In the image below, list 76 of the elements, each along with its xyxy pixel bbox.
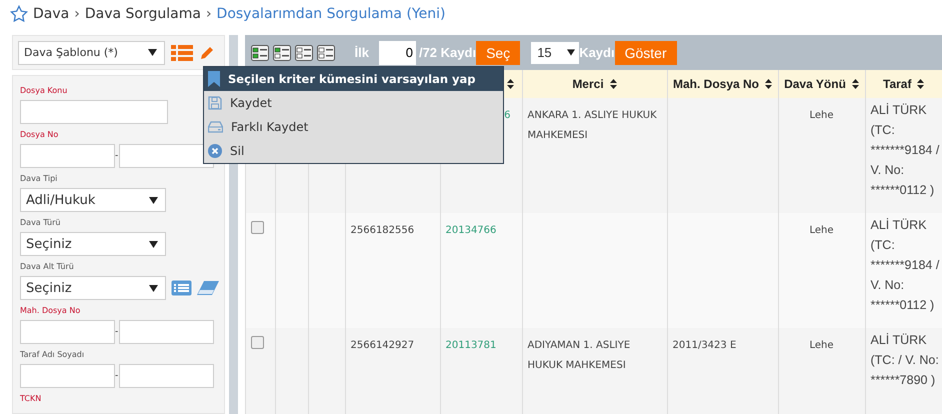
pencil-icon[interactable] xyxy=(199,44,215,60)
page-size-select[interactable]: 15 xyxy=(531,42,580,64)
page-input[interactable]: 0 xyxy=(378,40,416,64)
eraser-icon[interactable] xyxy=(197,281,219,295)
sort-icon[interactable] xyxy=(852,79,859,89)
template-select[interactable]: Dava Şablonu (*) xyxy=(18,40,165,64)
caret-icon xyxy=(149,196,158,204)
select-field[interactable]: Seçiniz xyxy=(20,276,166,300)
column-header[interactable]: Merci xyxy=(522,70,667,98)
column-header[interactable]: Dava Yönü xyxy=(778,70,865,98)
input-field[interactable] xyxy=(20,364,115,388)
menu-item[interactable]: Farklı Kaydet xyxy=(204,115,503,139)
table-cell: ADIYAMAN 1. ASLIYE HUKUK MAHKEMESI xyxy=(528,340,630,371)
input-field[interactable] xyxy=(20,100,168,124)
table-cell: Lehe xyxy=(809,225,834,236)
table-cell: ALİ TÜRK (TC: / V. No: ******7890 ) xyxy=(870,333,939,387)
field-label: Dosya No xyxy=(20,130,58,139)
column-header[interactable]: Taraf xyxy=(865,70,942,98)
menu-item[interactable]: Sil xyxy=(204,139,503,163)
range-separator: - xyxy=(115,327,119,337)
caret-icon xyxy=(148,49,157,56)
sort-icon[interactable] xyxy=(610,79,617,89)
sort-icon[interactable] xyxy=(506,79,514,89)
breadcrumb-link[interactable]: Dava Sorgulama xyxy=(84,6,201,22)
input-field[interactable] xyxy=(119,144,214,168)
sort-icon[interactable] xyxy=(765,79,772,89)
table-cell: 2566182556 xyxy=(350,225,414,236)
input-field[interactable] xyxy=(119,364,214,388)
drive-icon xyxy=(208,121,223,133)
close-icon xyxy=(208,144,222,158)
first-label: İlk xyxy=(354,45,369,60)
column-header[interactable]: Mah. Dosya No xyxy=(667,70,778,98)
checklist-icon[interactable] xyxy=(314,44,336,60)
records-label: Kaydı xyxy=(579,45,615,60)
floppy-icon xyxy=(208,96,222,110)
breadcrumb-separator: › xyxy=(74,6,80,22)
table-cell: ALİ TÜRK (TC: *******9184 / V. No: ******0112 ) xyxy=(870,103,940,197)
caret-icon xyxy=(567,49,576,56)
field-label: Dosya Konu xyxy=(20,86,68,95)
input-field[interactable] xyxy=(119,320,214,344)
input-field[interactable] xyxy=(20,144,115,168)
menu-item[interactable]: Seçilen kriter kümesini varsayılan yap xyxy=(204,67,503,91)
range-separator: - xyxy=(115,371,119,381)
checklist-icon[interactable] xyxy=(292,44,314,60)
field-label: Dava Tipi xyxy=(20,174,58,183)
select-field[interactable]: Seçiniz xyxy=(20,232,166,256)
input-field[interactable] xyxy=(20,320,115,344)
table-cell: ALİ TÜRK (TC: *******9184 / V. No: ******0112 ) xyxy=(870,218,940,312)
field-label: Dava Alt Türü xyxy=(20,262,74,271)
table-cell: Lehe xyxy=(809,110,834,121)
list-icon[interactable] xyxy=(171,44,193,60)
bookmark-icon xyxy=(208,71,220,87)
table-cell: Lehe xyxy=(809,340,834,351)
menu-item[interactable]: Kaydet xyxy=(204,91,503,115)
range-separator: - xyxy=(115,151,119,161)
row-checkbox[interactable] xyxy=(250,221,264,234)
select-field[interactable]: Adli/Hukuk xyxy=(20,188,166,212)
field-label: TCKN xyxy=(20,394,42,403)
table-cell: ANKARA 1. ASLIYE HUKUK MAHKEMESI xyxy=(528,110,657,141)
checklist-icon[interactable] xyxy=(248,44,270,60)
star-icon[interactable] xyxy=(10,5,28,23)
breadcrumb-link[interactable]: Dava xyxy=(33,6,70,22)
caret-icon xyxy=(149,240,158,248)
field-label: Mah. Dosya No xyxy=(20,306,80,315)
sort-icon[interactable] xyxy=(917,79,924,89)
table-cell: 2011/3423 E xyxy=(672,340,736,351)
total-label: /72 Kaydı xyxy=(418,45,476,60)
breadcrumb-separator: › xyxy=(206,6,212,22)
breadcrumb-link[interactable]: Dosyalarımdan Sorgulama (Yeni) xyxy=(216,6,446,22)
list-icon[interactable] xyxy=(171,280,192,296)
row-checkbox[interactable] xyxy=(250,336,264,349)
checklist-icon[interactable] xyxy=(270,44,292,60)
field-label: Dava Türü xyxy=(20,218,60,227)
table-cell: 2566142927 xyxy=(350,340,414,351)
field-label: Taraf Adı Soyadı xyxy=(20,350,84,359)
caret-icon xyxy=(149,284,158,292)
